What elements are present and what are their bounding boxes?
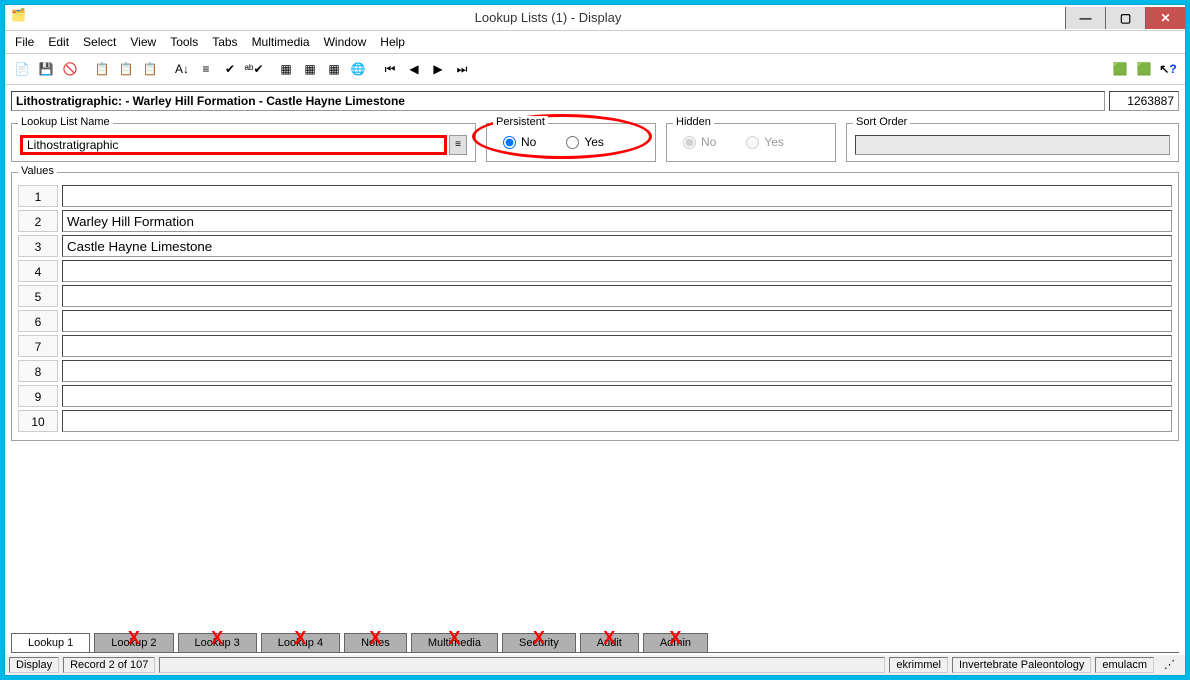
close-button[interactable]: ✕ bbox=[1145, 7, 1185, 29]
sortorder-input bbox=[855, 135, 1170, 155]
titlebar: 🗂️ Lookup Lists (1) - Display — ▢ ✕ bbox=[5, 5, 1185, 31]
menu-help[interactable]: Help bbox=[380, 35, 405, 49]
green2-icon[interactable]: 🟩 bbox=[1133, 58, 1155, 80]
hidden-no-radio: No bbox=[683, 135, 716, 149]
grid1-icon[interactable]: ▦ bbox=[275, 58, 297, 80]
window-title: Lookup Lists (1) - Display bbox=[31, 10, 1065, 25]
lookup-name-label: Lookup List Name bbox=[18, 116, 113, 128]
minimize-button[interactable]: — bbox=[1065, 7, 1105, 29]
tab-lookup-2[interactable]: Lookup 2X bbox=[94, 633, 173, 652]
value-row-number: 5 bbox=[18, 285, 58, 307]
sortorder-label: Sort Order bbox=[853, 116, 910, 128]
status-db: emulacm bbox=[1095, 657, 1154, 673]
annotation-x: X bbox=[211, 628, 223, 649]
annotation-x: X bbox=[533, 628, 545, 649]
value-row-number: 8 bbox=[18, 360, 58, 382]
value-input-9[interactable] bbox=[62, 385, 1172, 407]
value-input-1[interactable] bbox=[62, 185, 1172, 207]
value-row-number: 9 bbox=[18, 385, 58, 407]
status-user: ekrimmel bbox=[889, 657, 948, 673]
statusbar: Display Record 2 of 107 ekrimmel Inverte… bbox=[5, 653, 1185, 675]
menu-view[interactable]: View bbox=[130, 35, 156, 49]
value-input-7[interactable] bbox=[62, 335, 1172, 357]
value-input-2[interactable] bbox=[62, 210, 1172, 232]
menu-multimedia[interactable]: Multimedia bbox=[252, 35, 310, 49]
persistent-no-radio[interactable]: No bbox=[503, 135, 536, 149]
doc1-icon[interactable]: 📋 bbox=[91, 58, 113, 80]
value-row-number: 6 bbox=[18, 310, 58, 332]
status-mode: Display bbox=[9, 657, 59, 673]
persistent-yes-radio[interactable]: Yes bbox=[566, 135, 604, 149]
menu-select[interactable]: Select bbox=[83, 35, 116, 49]
status-record: Record 2 of 107 bbox=[63, 657, 155, 673]
annotation-x: X bbox=[448, 628, 460, 649]
layout-icon[interactable]: ≡ bbox=[195, 58, 217, 80]
tab-lookup-4[interactable]: Lookup 4X bbox=[261, 633, 340, 652]
prev-icon[interactable]: ◀ bbox=[403, 58, 425, 80]
grid3-icon[interactable]: ▦ bbox=[323, 58, 345, 80]
tab-lookup-3[interactable]: Lookup 3X bbox=[178, 633, 257, 652]
green1-icon[interactable]: 🟩 bbox=[1109, 58, 1131, 80]
persistent-label: Persistent bbox=[493, 116, 548, 128]
maximize-button[interactable]: ▢ bbox=[1105, 7, 1145, 29]
doc3-icon[interactable]: 📋 bbox=[139, 58, 161, 80]
toolbar: 📄💾🚫📋📋📋A↓≡✔ᵃᵇ✔▦▦▦🌐⏮◀▶⏭ 🟩🟩↖? bbox=[5, 54, 1185, 85]
menu-edit[interactable]: Edit bbox=[48, 35, 69, 49]
tab-multimedia[interactable]: MultimediaX bbox=[411, 633, 498, 652]
hidden-label: Hidden bbox=[673, 116, 714, 128]
value-row-number: 2 bbox=[18, 210, 58, 232]
record-title: Lithostratigraphic: - Warley Hill Format… bbox=[11, 91, 1105, 111]
last-icon[interactable]: ⏭ bbox=[451, 58, 473, 80]
status-dept: Invertebrate Paleontology bbox=[952, 657, 1091, 673]
tab-notes[interactable]: NotesX bbox=[344, 633, 407, 652]
value-input-4[interactable] bbox=[62, 260, 1172, 282]
annotation-x: X bbox=[603, 628, 615, 649]
next-icon[interactable]: ▶ bbox=[427, 58, 449, 80]
tab-lookup-1[interactable]: Lookup 1 bbox=[11, 633, 90, 652]
no-icon[interactable]: 🚫 bbox=[59, 58, 81, 80]
menu-file[interactable]: File bbox=[15, 35, 34, 49]
annotation-x: X bbox=[669, 628, 681, 649]
app-icon: 🗂️ bbox=[11, 8, 31, 28]
status-resize-grip[interactable]: ⋰ bbox=[1158, 657, 1181, 673]
first-icon[interactable]: ⏮ bbox=[379, 58, 401, 80]
value-row-number: 3 bbox=[18, 235, 58, 257]
values-label: Values bbox=[18, 165, 57, 177]
tab-security[interactable]: SecurityX bbox=[502, 633, 576, 652]
value-input-10[interactable] bbox=[62, 410, 1172, 432]
value-row-number: 7 bbox=[18, 335, 58, 357]
menu-tabs[interactable]: Tabs bbox=[212, 35, 237, 49]
value-row-number: 4 bbox=[18, 260, 58, 282]
menu-tools[interactable]: Tools bbox=[170, 35, 198, 49]
annotation-x: X bbox=[128, 628, 140, 649]
earth-icon[interactable]: 🌐 bbox=[347, 58, 369, 80]
tab-audit[interactable]: AuditX bbox=[580, 633, 639, 652]
value-input-6[interactable] bbox=[62, 310, 1172, 332]
doc2-icon[interactable]: 📋 bbox=[115, 58, 137, 80]
menubar: File Edit Select View Tools Tabs Multimedia Win… bbox=[5, 31, 1185, 54]
annotation-x: X bbox=[294, 628, 306, 649]
grid2-icon[interactable]: ▦ bbox=[299, 58, 321, 80]
tabs: Lookup 1Lookup 2X Lookup 3XLookup 4XNotes… bbox=[5, 633, 1185, 652]
record-id: 1263887 bbox=[1109, 91, 1179, 111]
value-input-3[interactable] bbox=[62, 235, 1172, 257]
check-icon[interactable]: ✔ bbox=[219, 58, 241, 80]
new-icon[interactable]: 📄 bbox=[11, 58, 33, 80]
annotation-x: X bbox=[369, 628, 381, 649]
lookup-name-input[interactable] bbox=[20, 135, 447, 155]
whatsthis-icon[interactable]: ↖? bbox=[1157, 58, 1179, 80]
value-input-8[interactable] bbox=[62, 360, 1172, 382]
value-row-number: 1 bbox=[18, 185, 58, 207]
abc-icon[interactable]: ᵃᵇ✔ bbox=[243, 58, 265, 80]
sort-az-icon[interactable]: A↓ bbox=[171, 58, 193, 80]
lookup-name-picker-button[interactable]: ≡ bbox=[449, 135, 467, 155]
menu-window[interactable]: Window bbox=[324, 35, 367, 49]
hidden-yes-radio: Yes bbox=[746, 135, 784, 149]
save-icon[interactable]: 💾 bbox=[35, 58, 57, 80]
value-row-number: 10 bbox=[18, 410, 58, 432]
tab-admin[interactable]: AdminX bbox=[643, 633, 708, 652]
value-input-5[interactable] bbox=[62, 285, 1172, 307]
